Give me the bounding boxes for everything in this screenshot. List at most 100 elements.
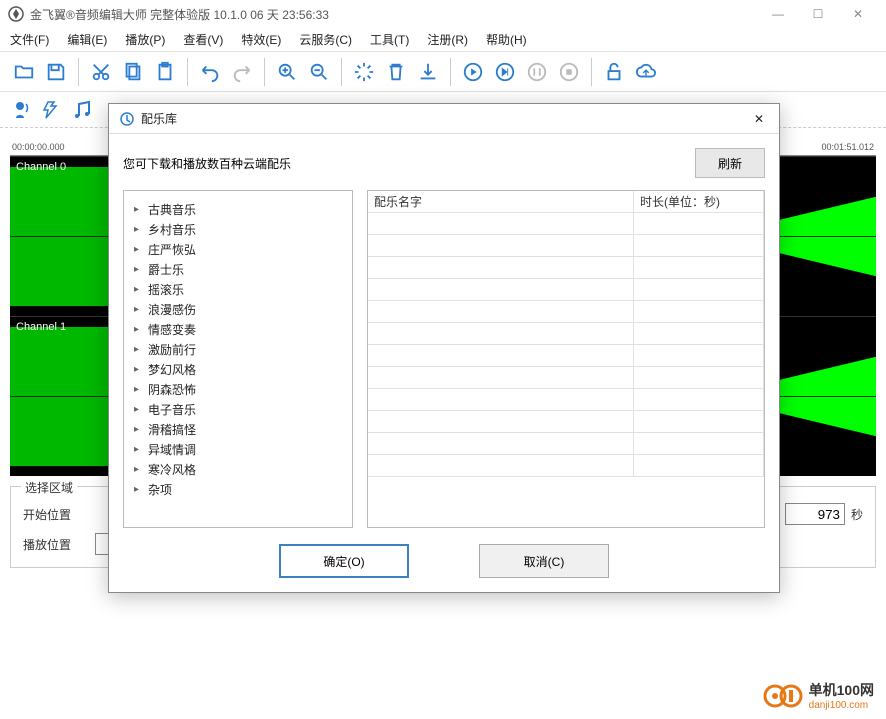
tree-item[interactable]: ▸ 寒冷风格 [134,459,342,479]
watermark-url: danji100.com [809,700,874,711]
menu-cloud[interactable]: 云服务(C) [299,31,352,48]
copy-icon[interactable] [119,58,147,86]
channel-0-label: Channel 0 [16,161,66,173]
caret-right-icon: ▸ [134,484,144,495]
menu-effect[interactable]: 特效(E) [241,31,281,48]
tree-item-label: 情感变奏 [148,321,196,338]
minimize-button[interactable]: — [758,0,798,28]
end-pos-input[interactable] [785,503,845,525]
menu-tool[interactable]: 工具(T) [370,31,409,48]
col-name[interactable]: 配乐名字 [368,191,634,212]
caret-right-icon: ▸ [134,224,144,235]
ok-button[interactable]: 确定(O) [279,544,409,578]
table-row [368,257,764,279]
stop-icon[interactable] [555,58,583,86]
menu-register[interactable]: 注册(R) [427,31,468,48]
table-row [368,367,764,389]
speed-icon[interactable] [40,98,64,122]
pause-icon[interactable] [523,58,551,86]
caret-right-icon: ▸ [134,204,144,215]
refresh-button[interactable]: 刷新 [695,148,765,178]
col-duration[interactable]: 时长(单位：秒) [634,191,764,212]
menu-view[interactable]: 查看(V) [183,31,223,48]
table-row [368,433,764,455]
unit-sec-1: 秒 [851,506,863,523]
cut-icon[interactable] [87,58,115,86]
tree-item[interactable]: ▸ 异域情调 [134,439,342,459]
tree-item[interactable]: ▸ 摇滚乐 [134,279,342,299]
caret-right-icon: ▸ [134,344,144,355]
tree-item[interactable]: ▸ 梦幻风格 [134,359,342,379]
delete-icon[interactable] [382,58,410,86]
tree-item[interactable]: ▸ 情感变奏 [134,319,342,339]
tree-item[interactable]: ▸庄严恢弘 [134,239,342,259]
tree-item[interactable]: ▸ 乡村音乐 [134,219,342,239]
maximize-button[interactable]: ☐ [798,0,838,28]
caret-right-icon: ▸ [134,444,144,455]
tree-item[interactable]: ▸浪漫感伤 [134,299,342,319]
save-icon[interactable] [42,58,70,86]
ruler-start: 00:00:00.000 [12,142,65,152]
tree-item[interactable]: ▸爵士乐 [134,259,342,279]
play-icon[interactable] [459,58,487,86]
tree-item-label: 梦幻风格 [148,361,196,378]
menu-bar: 文件(F) 编辑(E) 播放(P) 查看(V) 特效(E) 云服务(C) 工具(… [0,28,886,52]
export-icon[interactable] [414,58,442,86]
caret-right-icon: ▸ [134,244,144,255]
app-title: 金飞翼®音频编辑大师 完整体验版 10.1.0 06 天 23:56:33 [30,6,329,23]
voice-icon[interactable] [10,98,34,122]
tree-item-label: 寒冷风格 [148,461,196,478]
tree-item-label: 异域情调 [148,441,196,458]
caret-right-icon: ▸ [134,424,144,435]
tree-item-label: 古典音乐 [148,201,196,218]
open-icon[interactable] [10,58,38,86]
watermark-name: 单机100网 [809,680,874,700]
menu-file[interactable]: 文件(F) [10,31,49,48]
unlock-icon[interactable] [600,58,628,86]
menu-play[interactable]: 播放(P) [125,31,165,48]
caret-right-icon: ▸ [134,384,144,395]
tree-item[interactable]: ▸阴森恐怖 [134,379,342,399]
effects-icon[interactable] [350,58,378,86]
table-row [368,301,764,323]
caret-right-icon: ▸ [134,464,144,475]
tree-item-label: 滑稽搞怪 [148,421,196,438]
music-table[interactable]: 配乐名字 时长(单位：秒) [367,190,765,528]
tree-item-label: 摇滚乐 [148,281,184,298]
play-selection-icon[interactable] [491,58,519,86]
close-button[interactable]: ✕ [838,0,878,28]
category-tree[interactable]: ▸古典音乐▸乡村音乐▸庄严恢弘▸爵士乐▸摇滚乐▸浪漫感伤▸情感变奏▸激励前行▸梦… [123,190,353,528]
tree-item-label: 乡村音乐 [148,221,196,238]
music-library-dialog: 配乐库 ✕ 您可下载和播放数百种云端配乐 刷新 ▸古典音乐▸乡村音乐▸庄严恢弘▸… [108,103,780,593]
channel-1-label: Channel 1 [16,321,66,333]
caret-right-icon: ▸ [134,324,144,335]
main-toolbar [0,52,886,92]
table-header: 配乐名字 时长(单位：秒) [368,191,764,213]
tree-item[interactable]: ▸ 滑稽搞怪 [134,419,342,439]
title-bar: 金飞翼®音频编辑大师 完整体验版 10.1.0 06 天 23:56:33 — … [0,0,886,28]
caret-right-icon: ▸ [134,364,144,375]
watermark-icon [763,682,803,710]
caret-right-icon: ▸ [134,284,144,295]
cancel-button[interactable]: 取消(C) [479,544,609,578]
selection-legend: 选择区域 [21,479,77,496]
dialog-close-button[interactable]: ✕ [749,109,769,129]
tree-item[interactable]: ▸ 古典音乐 [134,199,342,219]
dialog-titlebar: 配乐库 ✕ [109,104,779,134]
tree-item[interactable]: ▸杂项 [134,479,342,499]
paste-icon[interactable] [151,58,179,86]
zoom-out-icon[interactable] [305,58,333,86]
table-row [368,389,764,411]
caret-right-icon: ▸ [134,404,144,415]
menu-help[interactable]: 帮助(H) [486,31,527,48]
music-icon[interactable] [70,98,94,122]
zoom-in-icon[interactable] [273,58,301,86]
tree-item[interactable]: ▸电子音乐 [134,399,342,419]
cloud-icon[interactable] [632,58,660,86]
table-row [368,455,764,477]
redo-icon[interactable] [228,58,256,86]
menu-edit[interactable]: 编辑(E) [67,31,107,48]
dialog-title: 配乐库 [141,110,177,127]
tree-item[interactable]: ▸激励前行 [134,339,342,359]
undo-icon[interactable] [196,58,224,86]
